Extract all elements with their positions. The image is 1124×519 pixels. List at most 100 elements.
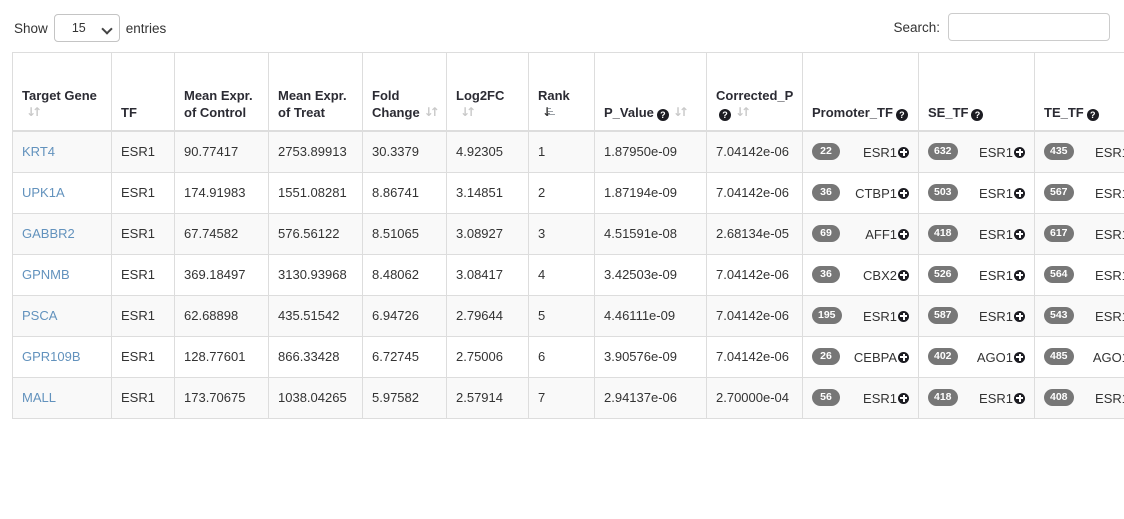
column-header-p-value[interactable]: P_Value? ↓ ↑ xyxy=(594,52,707,132)
plus-circle-icon[interactable] xyxy=(1014,351,1025,363)
cell-tf: ESR1 xyxy=(111,376,175,419)
table-header-row: Target Gene ↓ ↑ TF Mean Expr. of Control M… xyxy=(12,52,1124,132)
column-header-log2fc[interactable]: Log2FC ↓ ↑ xyxy=(446,52,529,132)
plus-circle-icon[interactable] xyxy=(1014,228,1025,240)
search-control: Search: xyxy=(893,13,1110,41)
plus-circle-icon[interactable] xyxy=(1014,187,1025,199)
gene-link[interactable]: GPR109B xyxy=(22,349,81,364)
cell-tf: ESR1 xyxy=(111,335,175,378)
tf-count-badge: 36 xyxy=(812,183,840,201)
tf-cell-content: 56 ESR1 xyxy=(812,388,909,407)
cell-rank: 4 xyxy=(528,253,595,296)
help-icon[interactable]: ? xyxy=(1086,108,1099,121)
table-row: GABBR2 ESR1 67.74582 576.56122 8.51065 3.0892… xyxy=(12,212,1124,255)
column-label: TF xyxy=(121,104,137,120)
cell-corrected-p: 7.04142e-06 xyxy=(706,130,803,173)
gene-link[interactable]: GABBR2 xyxy=(22,226,75,241)
tf-cell-content: 418 ESR1 xyxy=(928,388,1025,407)
cell-rank: 7 xyxy=(528,376,595,419)
plus-circle-icon[interactable] xyxy=(898,310,909,322)
tf-count-badge: 503 xyxy=(928,183,958,201)
tf-cell-content: 402 AGO1 xyxy=(928,347,1025,366)
tf-count-badge: 22 xyxy=(812,142,840,160)
gene-link[interactable]: UPK1A xyxy=(22,185,65,200)
column-header-target-gene[interactable]: Target Gene ↓ ↑ xyxy=(12,52,112,132)
tf-cell-content: 26 CEBPA xyxy=(812,347,909,366)
table-header: Target Gene ↓ ↑ TF Mean Expr. of Control M… xyxy=(12,52,1124,132)
sort-icon[interactable]: ↓ ↑ xyxy=(673,105,689,119)
entries-length-control: Show 15 entries xyxy=(14,14,166,42)
help-icon[interactable]: ? xyxy=(656,108,669,121)
cell-tf: ESR1 xyxy=(111,212,175,255)
cell-target-gene: UPK1A xyxy=(12,171,112,214)
tf-name: ESR1 xyxy=(1095,185,1124,201)
cell-p-value: 4.46111e-09 xyxy=(594,294,707,337)
cell-p-value: 4.51591e-08 xyxy=(594,212,707,255)
column-header-fold-change[interactable]: Fold Change ↓ ↑ xyxy=(362,52,447,132)
plus-circle-icon[interactable] xyxy=(898,269,909,281)
sort-icon[interactable]: ↓ ↑ xyxy=(26,105,42,119)
plus-circle-icon[interactable] xyxy=(898,228,909,240)
cell-mean-expr-treat: 435.51542 xyxy=(268,294,363,337)
tf-name: ESR1 xyxy=(979,266,1025,284)
cell-promoter-tf: 26 CEBPA xyxy=(802,335,919,378)
cell-tf: ESR1 xyxy=(111,294,175,337)
column-label: Rank xyxy=(538,87,570,103)
table-row: KRT4 ESR1 90.77417 2753.89913 30.3379 4.92305… xyxy=(12,130,1124,173)
gene-link[interactable]: KRT4 xyxy=(22,144,55,159)
entries-select[interactable]: 15 xyxy=(53,14,120,42)
help-icon[interactable]: ? xyxy=(719,108,731,121)
cell-mean-expr-treat: 2753.89913 xyxy=(268,130,363,173)
column-header-rank[interactable]: Rank ↓ xyxy=(528,52,595,132)
table-body: KRT4 ESR1 90.77417 2753.89913 30.3379 4.92305… xyxy=(12,130,1124,419)
tf-name: CBX2 xyxy=(863,266,909,284)
cell-promoter-tf: 56 ESR1 xyxy=(802,376,919,419)
cell-log2fc: 3.08927 xyxy=(446,212,529,255)
table-row: MALL ESR1 173.70675 1038.04265 5.97582 2.5791… xyxy=(12,376,1124,419)
table-row: GPR109B ESR1 128.77601 866.33428 6.72745 2.75… xyxy=(12,335,1124,378)
cell-rank: 1 xyxy=(528,130,595,173)
cell-log2fc: 2.57914 xyxy=(446,376,529,419)
tf-name: ESR1 xyxy=(863,307,909,325)
cell-mean-expr-control: 90.77417 xyxy=(174,130,269,173)
plus-circle-icon[interactable] xyxy=(898,392,909,404)
cell-se-tf: 587 ESR1 xyxy=(918,294,1035,337)
column-header-se-tf: SE_TF? xyxy=(918,52,1035,132)
cell-promoter-tf: 22 ESR1 xyxy=(802,130,919,173)
column-label: Mean Expr. of Treat xyxy=(278,87,347,120)
cell-p-value: 3.42503e-09 xyxy=(594,253,707,296)
search-input[interactable] xyxy=(948,13,1110,41)
help-icon[interactable]: ? xyxy=(895,108,908,121)
plus-circle-icon[interactable] xyxy=(1014,146,1025,158)
table-row: GPNMB ESR1 369.18497 3130.93968 8.48062 3.084… xyxy=(12,253,1124,296)
cell-promoter-tf: 69 AFF1 xyxy=(802,212,919,255)
help-icon[interactable]: ? xyxy=(971,108,984,121)
sort-icon[interactable]: ↓ ↑ xyxy=(424,105,440,119)
cell-corrected-p: 2.70000e-04 xyxy=(706,376,803,419)
gene-link[interactable]: PSCA xyxy=(22,308,57,323)
column-label: Fold Change xyxy=(372,87,420,120)
tf-count-badge: 402 xyxy=(928,347,958,365)
sort-icon-active[interactable]: ↓ xyxy=(542,105,555,119)
tf-count-badge: 567 xyxy=(1044,183,1074,201)
sort-icon[interactable]: ↓ ↑ xyxy=(460,105,476,119)
tf-count-badge: 69 xyxy=(812,224,840,242)
column-header-tf: TF xyxy=(111,52,175,132)
cell-te-tf: 435 ESR1 xyxy=(1034,130,1124,173)
column-label: Log2FC xyxy=(456,87,505,103)
plus-circle-icon[interactable] xyxy=(898,351,909,363)
cell-fold-change: 5.97582 xyxy=(362,376,447,419)
tf-cell-content: 632 ESR1 xyxy=(928,142,1025,161)
plus-circle-icon[interactable] xyxy=(1014,392,1025,404)
cell-mean-expr-control: 62.68898 xyxy=(174,294,269,337)
gene-link[interactable]: MALL xyxy=(22,390,56,405)
column-header-corrected-p[interactable]: Corrected_P? ↓ ↑ xyxy=(706,52,803,132)
gene-link[interactable]: GPNMB xyxy=(22,267,70,282)
plus-circle-icon[interactable] xyxy=(1014,310,1025,322)
sort-icon[interactable]: ↓ ↑ xyxy=(735,105,751,119)
cell-rank: 3 xyxy=(528,212,595,255)
plus-circle-icon[interactable] xyxy=(898,187,909,199)
plus-circle-icon[interactable] xyxy=(1014,269,1025,281)
tf-count-badge: 195 xyxy=(812,306,842,324)
plus-circle-icon[interactable] xyxy=(898,146,909,158)
